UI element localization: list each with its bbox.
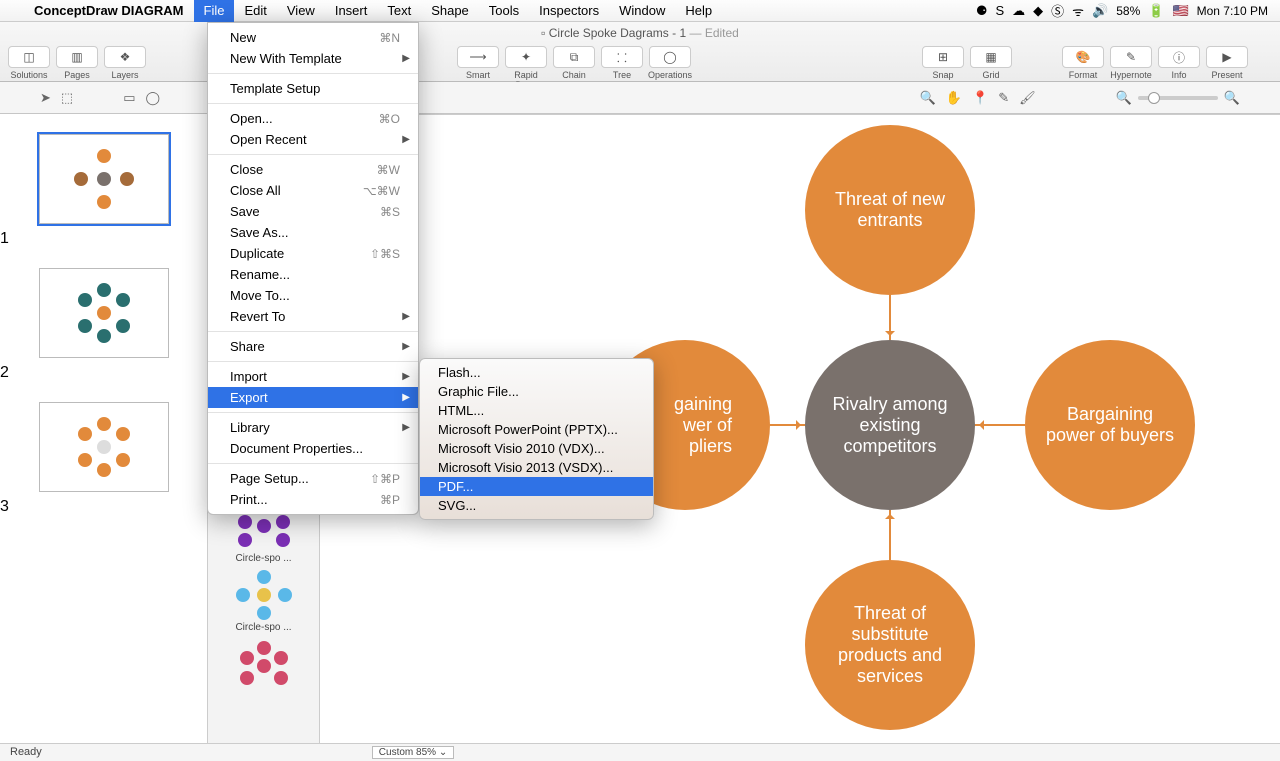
export-menu-item[interactable]: Graphic File... [420,382,653,401]
rect-icon[interactable]: ▭ [123,90,135,106]
export-menu-item[interactable]: PDF... [420,477,653,496]
left-tools: ◫Solutions ▥Pages ❖Layers [6,46,148,80]
volume-icon[interactable]: 🔊 [1092,3,1108,19]
zoom-in-icon-2[interactable]: 🔍 [1224,90,1240,106]
lib-item-4[interactable] [208,639,319,689]
snap-tools: ⊞Snap ▦Grid [920,46,1014,80]
clock: Mon 7:10 PM [1197,4,1268,18]
menu-help[interactable]: Help [675,0,722,22]
pages-sidebar: 1 2 3 [0,114,208,743]
page-thumb-3[interactable] [39,402,169,492]
cloud-icon[interactable]: ☁ [1012,3,1025,19]
main-toolbar: ▫ Circle Spoke Dagrams - 1 — Edited ◫Sol… [0,22,1280,82]
pin-icon[interactable]: 📍 [972,90,988,106]
file-menu-item[interactable]: Rename... [208,264,418,285]
file-menu-item[interactable]: Import▶ [208,366,418,387]
file-menu-item[interactable]: Library▶ [208,417,418,438]
status-bar: Ready Custom 85% ⌄ [0,743,1280,761]
app-title: ConceptDraw DIAGRAM [24,3,194,18]
brush-icon[interactable]: 🖌 [1019,90,1036,106]
flag-icon[interactable]: 🇺🇸 [1172,3,1188,19]
user-icon[interactable]: ⚈ [976,3,988,19]
tool-layers[interactable]: ❖Layers [102,46,148,80]
diamond-icon[interactable]: ◆ [1033,3,1043,19]
tool-format[interactable]: 🎨Format [1060,46,1106,80]
menu-text[interactable]: Text [377,0,421,22]
battery-text: 58% [1116,4,1140,18]
file-menu-item[interactable]: Save As... [208,222,418,243]
file-menu-item[interactable]: Page Setup...⇧⌘P [208,468,418,489]
node-bottom[interactable]: Threat of substitute products and servic… [805,560,975,730]
node-top[interactable]: Threat of new entrants [805,125,975,295]
mac-menubar: ConceptDraw DIAGRAM File Edit View Inser… [0,0,1280,22]
file-menu-item[interactable]: New With Template▶ [208,48,418,69]
export-submenu: Flash...Graphic File...HTML...Microsoft … [419,358,654,520]
zoom-slider[interactable]: 🔍 🔍 [1116,90,1240,106]
battery-icon[interactable]: 🔋 [1148,3,1164,19]
menu-insert[interactable]: Insert [325,0,378,22]
page-thumb-2[interactable] [39,268,169,358]
status-ready: Ready [10,746,42,759]
tool-hypernote[interactable]: ✎Hypernote [1108,46,1154,80]
pointer-icon[interactable]: ➤ [40,90,51,106]
file-menu-item[interactable]: Save⌘S [208,201,418,222]
tool-solutions[interactable]: ◫Solutions [6,46,52,80]
eyedropper-icon[interactable]: ✎ [998,90,1009,106]
file-menu-item[interactable]: Print...⌘P [208,489,418,510]
export-menu-item[interactable]: Microsoft PowerPoint (PPTX)... [420,420,653,439]
node-center[interactable]: Rivalry among existing competitors [805,340,975,510]
export-menu-item[interactable]: SVG... [420,496,653,515]
file-menu-item[interactable]: Duplicate⇧⌘S [208,243,418,264]
tool-present[interactable]: ▶Present [1204,46,1250,80]
file-menu-item[interactable]: Move To... [208,285,418,306]
tool-info[interactable]: ⓘInfo [1156,46,1202,80]
secondary-toolbar: ➤ ⬚ ▭ ◯ 🔍 ✋ 📍 ✎ 🖌 🔍 🔍 [0,82,1280,114]
window-title: ▫ Circle Spoke Dagrams - 1 — Edited [0,26,1280,40]
file-menu-item[interactable]: Share▶ [208,336,418,357]
zoom-out-icon[interactable]: 🔍 [1116,90,1132,106]
hand-icon[interactable]: ✋ [946,90,962,106]
arrow-left [770,424,805,426]
tool-pages[interactable]: ▥Pages [54,46,100,80]
s-icon[interactable]: S [995,3,1004,18]
menu-view[interactable]: View [277,0,325,22]
file-menu-item[interactable]: New⌘N [208,27,418,48]
file-menu-item[interactable]: Open...⌘O [208,108,418,129]
arrow-top [889,295,891,340]
export-menu-item[interactable]: Flash... [420,363,653,382]
tool-grid[interactable]: ▦Grid [968,46,1014,80]
menu-shape[interactable]: Shape [421,0,479,22]
export-menu-item[interactable]: Microsoft Visio 2010 (VDX)... [420,439,653,458]
marquee-icon[interactable]: ⬚ [61,90,73,106]
menu-inspectors[interactable]: Inspectors [529,0,609,22]
arrow-bottom [889,510,891,560]
node-right[interactable]: Bargaining power of buyers [1025,340,1195,510]
tool-snap[interactable]: ⊞Snap [920,46,966,80]
export-menu-item[interactable]: HTML... [420,401,653,420]
export-menu-item[interactable]: Microsoft Visio 2013 (VSDX)... [420,458,653,477]
menu-edit[interactable]: Edit [234,0,276,22]
file-menu-item[interactable]: Close⌘W [208,159,418,180]
arrow-right [975,424,1025,426]
file-menu-item[interactable]: Revert To▶ [208,306,418,327]
zoom-in-icon[interactable]: 🔍 [920,90,936,106]
status-icons: ⚈ S ☁ ◆ Ⓢ ᯤ 🔊 58% 🔋 🇺🇸 Mon 7:10 PM [976,1,1280,20]
wifi-icon[interactable]: ᯤ [1072,2,1084,20]
lib-item-3[interactable]: Circle-spo ... [208,570,319,633]
file-menu-item[interactable]: Close All⌥⌘W [208,180,418,201]
file-menu-item[interactable]: Template Setup [208,78,418,99]
file-menu-item[interactable]: Open Recent▶ [208,129,418,150]
file-menu-dropdown: New⌘NNew With Template▶ Template Setup Ope… [207,22,419,515]
file-menu-item[interactable]: Export▶ [208,387,418,408]
menu-file[interactable]: File [194,0,235,22]
menu-window[interactable]: Window [609,0,675,22]
zoom-select[interactable]: Custom 85% ⌄ [372,746,454,759]
file-menu-item[interactable]: Document Properties... [208,438,418,459]
doc-icon: ▫ [541,26,545,40]
menu-tools[interactable]: Tools [479,0,529,22]
page-thumb-1[interactable] [39,134,169,224]
skype-icon[interactable]: Ⓢ [1051,1,1064,20]
ellipse-icon[interactable]: ◯ [146,90,161,106]
right-tools: 🎨Format ✎Hypernote ⓘInfo ▶Present [1060,46,1250,80]
